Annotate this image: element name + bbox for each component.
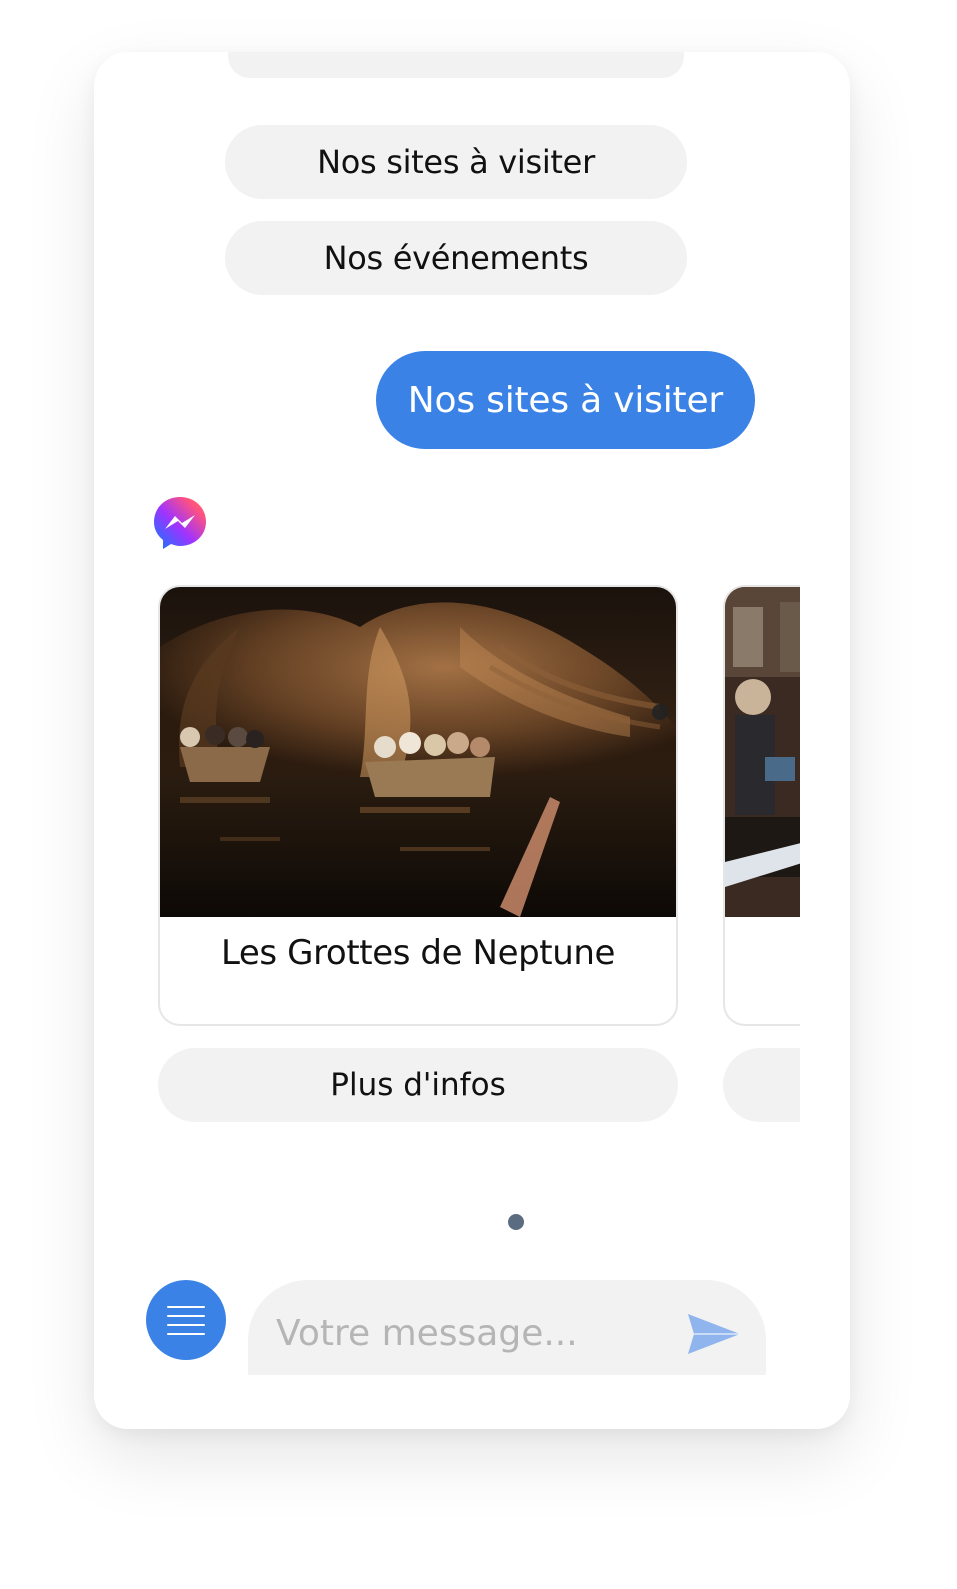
- card-title: [725, 917, 800, 989]
- chat-window: Nos sites à visiter Nos événements Nos s…: [94, 52, 850, 1429]
- more-info-button[interactable]: Plus d'infos: [158, 1048, 678, 1122]
- send-icon[interactable]: [684, 1310, 744, 1358]
- composer-clip: [94, 1375, 850, 1429]
- message-input[interactable]: [274, 1300, 678, 1366]
- card-next-partial[interactable]: [723, 585, 800, 1026]
- card-image-museum: [725, 587, 800, 917]
- card-image-cave: [160, 587, 676, 917]
- user-message-bubble: Nos sites à visiter: [375, 351, 755, 449]
- carousel-page-dot[interactable]: [508, 1214, 524, 1230]
- hamburger-icon[interactable]: [146, 1280, 226, 1360]
- card-grottes-neptune[interactable]: Les Grottes de Neptune: [158, 585, 678, 1026]
- quick-reply-events[interactable]: Nos événements: [225, 221, 687, 295]
- card-title: Les Grottes de Neptune: [220, 933, 616, 973]
- quick-reply-sites[interactable]: Nos sites à visiter: [225, 125, 687, 199]
- messenger-icon: [152, 495, 208, 551]
- quick-reply-partial[interactable]: [228, 52, 684, 78]
- more-info-button-partial[interactable]: [723, 1048, 800, 1122]
- card-carousel[interactable]: Les Grottes de Neptune Plus d'infos: [158, 585, 800, 1145]
